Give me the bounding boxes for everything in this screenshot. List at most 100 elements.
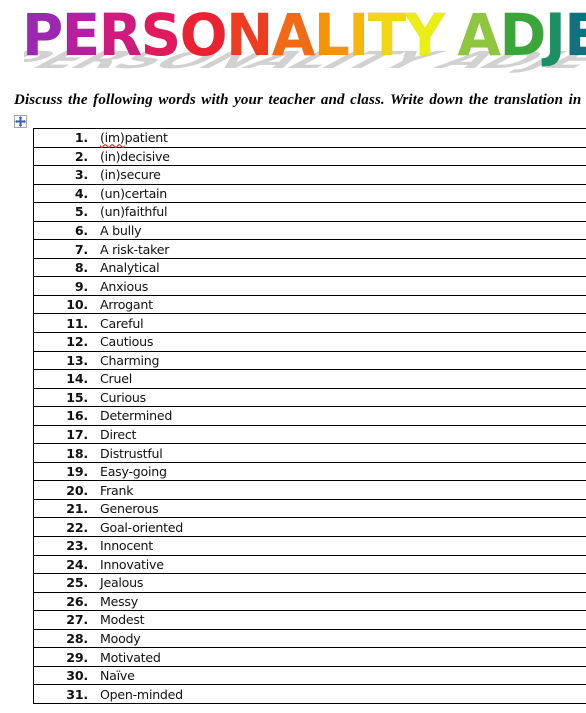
adjective-cell[interactable]: 31. Open-minded bbox=[33, 684, 586, 704]
list-item-number: 16. bbox=[66, 408, 88, 424]
table-row[interactable]: 17. Direct bbox=[33, 424, 586, 445]
adjective-cell[interactable]: 9. Anxious bbox=[33, 276, 586, 296]
list-item: 1. (im)patient bbox=[34, 129, 586, 146]
table-row[interactable]: 9. Anxious bbox=[33, 276, 586, 296]
table-row[interactable]: 23. Innocent bbox=[33, 536, 586, 556]
adjective-cell[interactable]: 14. Cruel bbox=[33, 369, 586, 389]
adjective-cell[interactable]: 4. (un)certain bbox=[33, 183, 586, 204]
adjective-cell[interactable]: 23. Innocent bbox=[33, 536, 586, 556]
list-item: 21. Generous bbox=[34, 500, 586, 517]
adjective-cell[interactable]: 18. Distrustful bbox=[33, 443, 586, 463]
table-row[interactable]: 12. Cautious bbox=[33, 332, 586, 352]
table-row[interactable]: 30. Naïve bbox=[33, 665, 586, 686]
table-row[interactable]: 15. Curious bbox=[33, 387, 586, 408]
adjective-cell[interactable]: 24. Innovative bbox=[33, 554, 586, 575]
table-row[interactable]: 29. Motivated bbox=[33, 647, 586, 667]
list-item-number: 2. bbox=[74, 148, 88, 164]
list-item-number: 14. bbox=[66, 371, 88, 387]
table-row[interactable]: 25. Jealous bbox=[33, 573, 586, 593]
adjective-cell[interactable]: 2. (in)decisive bbox=[33, 146, 586, 167]
adjective-cell[interactable]: 22. Goal-oriented bbox=[33, 517, 586, 538]
table-row[interactable]: 4. (un)certain bbox=[33, 183, 586, 204]
wordart-letter bbox=[444, 4, 458, 66]
list-item-number: 30. bbox=[66, 668, 88, 684]
adjective-cell[interactable]: 10. Arrogant bbox=[33, 294, 586, 315]
table-row[interactable]: 1. (im)patient bbox=[33, 128, 586, 148]
adjective-cell[interactable]: 3. (in)secure bbox=[33, 165, 586, 185]
table-row[interactable]: 28. Moody bbox=[33, 628, 586, 649]
adjective-cell[interactable]: 15. Curious bbox=[33, 387, 586, 408]
list-item-number: 29. bbox=[66, 649, 88, 665]
table-row[interactable]: 11. Careful bbox=[33, 313, 586, 334]
adjectives-table[interactable]: 1. (im)patient 2. (in)decisive 3. (in)secure 4… bbox=[33, 128, 586, 704]
list-item-number: 6. bbox=[74, 223, 88, 238]
adjective-cell[interactable]: 12. Cautious bbox=[33, 332, 586, 352]
list-item: 4. (un)certain bbox=[34, 185, 586, 202]
list-item-label: Moody bbox=[100, 631, 141, 647]
list-item-number: 22. bbox=[66, 519, 88, 535]
adjective-cell[interactable]: 5. (un)faithful bbox=[33, 202, 586, 222]
adjective-cell[interactable]: 7. A risk-taker bbox=[33, 239, 586, 259]
list-item-number: 12. bbox=[66, 334, 88, 350]
list-item: 18. Distrustful bbox=[34, 445, 586, 462]
adjective-cell[interactable]: 17. Direct bbox=[33, 424, 586, 445]
table-row[interactable]: 31. Open-minded bbox=[33, 684, 586, 704]
table-row[interactable]: 14. Cruel bbox=[33, 369, 586, 389]
adjective-cell[interactable]: 26. Messy bbox=[33, 591, 586, 612]
adjective-cell[interactable]: 28. Moody bbox=[33, 628, 586, 649]
list-item: 14. Cruel bbox=[34, 370, 586, 387]
table-row[interactable]: 13. Charming bbox=[33, 350, 586, 371]
table-row[interactable]: 20. Frank bbox=[33, 480, 586, 500]
adjective-cell[interactable]: 29. Motivated bbox=[33, 647, 586, 667]
table-row[interactable]: 7. A risk-taker bbox=[33, 239, 586, 259]
wordart-letter: O bbox=[179, 1, 228, 69]
list-item-number: 20. bbox=[66, 482, 88, 498]
adjective-cell[interactable]: 16. Determined bbox=[33, 406, 586, 426]
adjective-cell[interactable]: 27. Modest bbox=[33, 610, 586, 630]
list-item: 7. A risk-taker bbox=[34, 241, 586, 258]
table-row[interactable]: 26. Messy bbox=[33, 591, 586, 612]
table-row[interactable]: 16. Determined bbox=[33, 406, 586, 426]
list-item-label: Open-minded bbox=[100, 686, 183, 702]
list-item: 6. A bully bbox=[34, 222, 586, 239]
list-item: 2. (in)decisive bbox=[34, 148, 586, 165]
list-item-label: Arrogant bbox=[100, 297, 153, 313]
list-item-label: Curious bbox=[100, 389, 146, 405]
table-row[interactable]: 22. Goal-oriented bbox=[33, 517, 586, 538]
adjective-cell[interactable]: 1. (im)patient bbox=[33, 128, 586, 148]
table-row[interactable]: 27. Modest bbox=[33, 610, 586, 630]
wordart-letter: R bbox=[98, 1, 143, 69]
table-move-handle-icon[interactable] bbox=[14, 115, 27, 128]
table-row[interactable]: 18. Distrustful bbox=[33, 443, 586, 463]
adjective-cell[interactable]: 21. Generous bbox=[33, 498, 586, 519]
table-row[interactable]: 2. (in)decisive bbox=[33, 146, 586, 167]
wordart-letter: P bbox=[22, 1, 64, 69]
list-item: 28. Moody bbox=[34, 630, 586, 647]
table-row[interactable]: 10. Arrogant bbox=[33, 294, 586, 315]
adjective-cell[interactable]: 8. Analytical bbox=[33, 257, 586, 278]
list-item-label: Charming bbox=[100, 352, 160, 368]
adjective-cell[interactable]: 20. Frank bbox=[33, 480, 586, 500]
adjective-cell[interactable]: 30. Naïve bbox=[33, 665, 586, 686]
wordart-letter: N bbox=[226, 1, 273, 69]
table-row[interactable]: 3. (in)secure bbox=[33, 165, 586, 185]
list-item-label: Goal-oriented bbox=[100, 519, 184, 535]
list-item-number: 11. bbox=[66, 315, 88, 331]
list-item-label: Messy bbox=[100, 593, 138, 609]
adjective-cell[interactable]: 25. Jealous bbox=[33, 573, 586, 593]
adjective-cell[interactable]: 19. Easy-going bbox=[33, 461, 586, 482]
adjective-cell[interactable]: 13. Charming bbox=[33, 350, 586, 371]
table-row[interactable]: 5. (un)faithful bbox=[33, 202, 586, 222]
table-row[interactable]: 8. Analytical bbox=[33, 257, 586, 278]
adjective-cell[interactable]: 11. Careful bbox=[33, 313, 586, 334]
list-item: 8. Analytical bbox=[34, 259, 586, 276]
table-row[interactable]: 21. Generous bbox=[33, 498, 586, 519]
adjective-cell[interactable]: 6. A bully bbox=[33, 220, 586, 241]
list-item: 24. Innovative bbox=[34, 556, 586, 573]
list-item-label: (un)certain bbox=[100, 185, 168, 201]
table-row[interactable]: 6. A bully bbox=[33, 220, 586, 241]
table-row[interactable]: 24. Innovative bbox=[33, 554, 586, 575]
list-item-label: Frank bbox=[100, 482, 134, 498]
list-item-number: 8. bbox=[74, 260, 88, 276]
table-row[interactable]: 19. Easy-going bbox=[33, 461, 586, 482]
